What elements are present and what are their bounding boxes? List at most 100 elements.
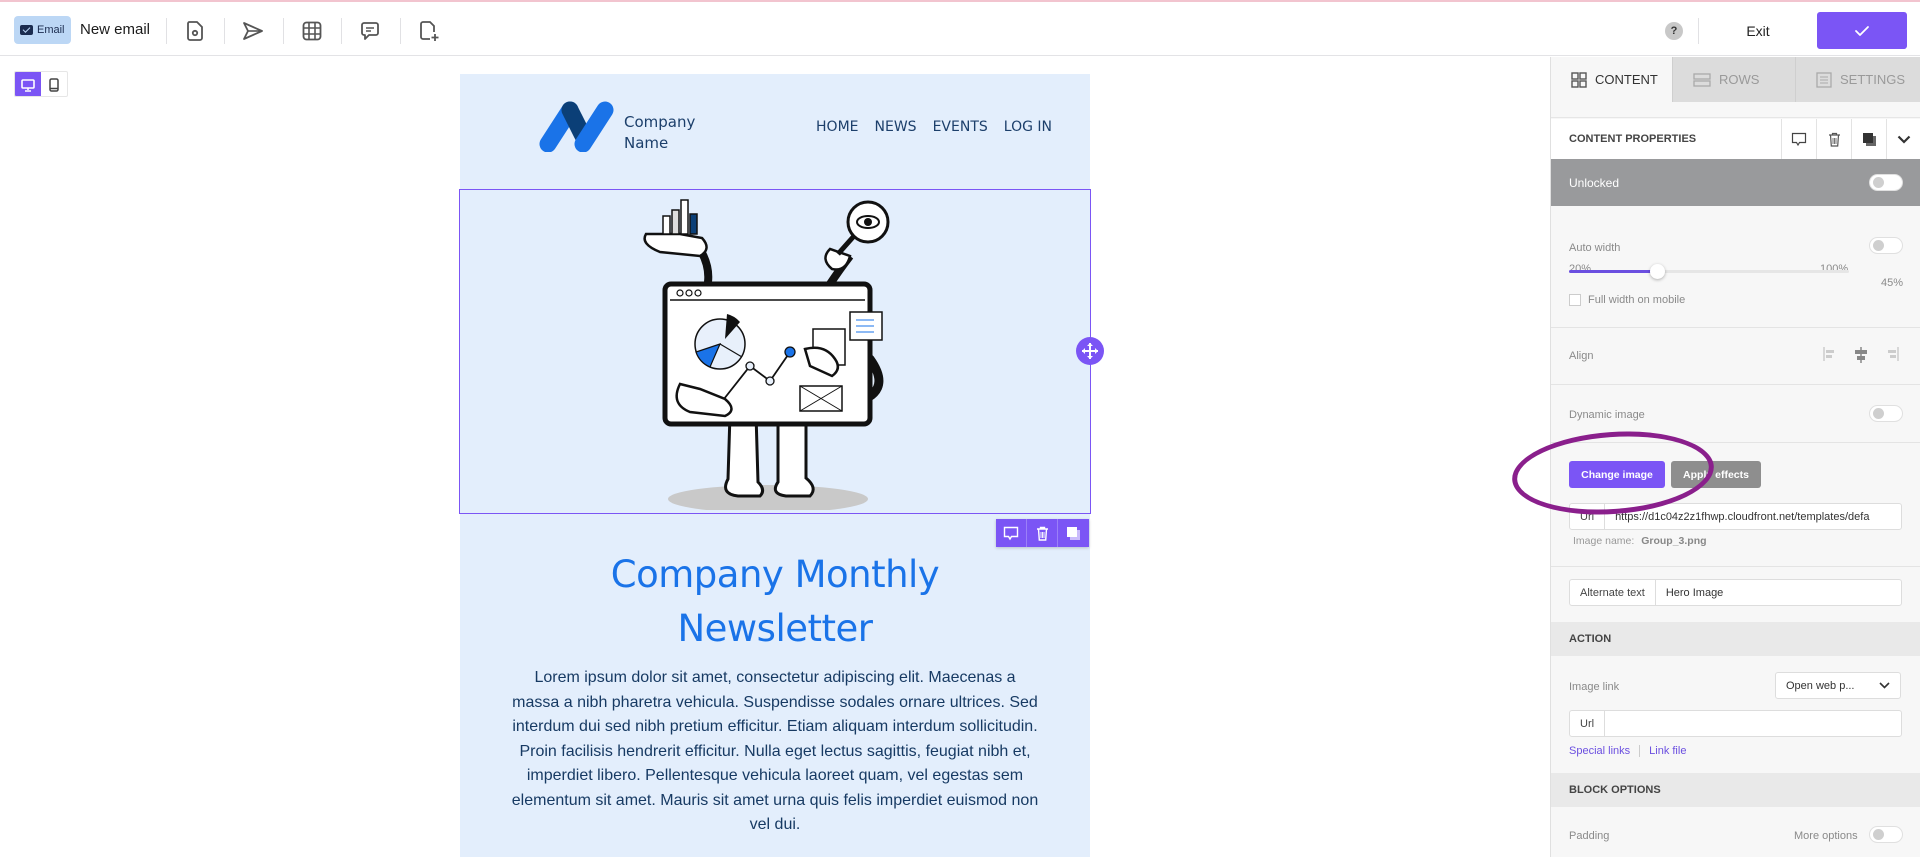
content-properties-title: CONTENT PROPERTIES (1569, 133, 1697, 145)
image-link-label: Image link (1569, 681, 1620, 693)
width-value: 45% (1881, 277, 1904, 289)
change-image-button[interactable]: Change image (1569, 461, 1665, 488)
save-button[interactable] (1817, 12, 1907, 49)
hero-illustration (643, 199, 890, 510)
toolbar-divider (283, 18, 284, 44)
align-center-button[interactable] (1853, 347, 1869, 368)
align-left-button[interactable] (1823, 347, 1837, 366)
email-nav: HOME NEWS EVENTS LOG IN (816, 119, 1052, 135)
link-url-addon: Url (1570, 711, 1606, 736)
toolbar-divider (400, 18, 401, 44)
tab-spacer (1551, 102, 1920, 118)
toolbar-divider (341, 18, 342, 44)
newsletter-body-text[interactable]: Lorem ipsum dolor sit amet, consectetur … (510, 666, 1040, 838)
envelope-icon (20, 25, 33, 35)
send-icon (243, 22, 263, 40)
company-name: Company Name (624, 113, 696, 152)
image-url-field[interactable]: Url https://d1c04z2z1fhwp.cloudfront.net… (1569, 503, 1902, 530)
align-right-button[interactable] (1885, 347, 1899, 366)
move-handle[interactable] (1076, 337, 1104, 365)
grid-button[interactable] (299, 18, 325, 44)
chevron-down-icon (1897, 135, 1911, 144)
nav-news[interactable]: NEWS (875, 119, 917, 135)
dynamic-image-section: Dynamic image (1551, 385, 1920, 443)
image-url-addon: Url (1570, 504, 1606, 529)
nav-home[interactable]: HOME (816, 119, 858, 135)
special-links-link[interactable]: Special links (1569, 745, 1630, 757)
desktop-icon (21, 78, 35, 92)
newsletter-headline[interactable]: Company Monthly Newsletter (460, 548, 1090, 656)
more-options-toggle[interactable] (1869, 826, 1903, 843)
tab-rows[interactable]: ROWS (1673, 57, 1796, 102)
document-title[interactable]: New email (80, 21, 150, 38)
full-width-mobile-label: Full width on mobile (1588, 294, 1686, 306)
exit-button[interactable]: Exit (1730, 20, 1786, 42)
duplicate-button[interactable] (1851, 119, 1886, 159)
image-link-select[interactable]: Open web p... (1775, 672, 1901, 699)
width-slider-thumb[interactable] (1649, 264, 1665, 279)
properties-panel: CONTENT ROWS SETTINGS CONTENT PROPERTIES… (1550, 57, 1920, 857)
chevron-down-icon (1879, 682, 1890, 689)
image-name-row: Image name: Group_3.png (1573, 535, 1707, 547)
mobile-icon (49, 78, 59, 92)
dynamic-image-label: Dynamic image (1569, 409, 1645, 421)
email-type-badge: Email (14, 16, 71, 44)
lock-toggle[interactable] (1869, 174, 1903, 191)
duplicate-icon (1067, 526, 1080, 540)
toolbar-divider (224, 18, 225, 44)
lock-row: Unlocked (1551, 159, 1920, 206)
toolbar-divider (1698, 18, 1699, 44)
collapse-button[interactable] (1886, 119, 1920, 159)
comment-button[interactable] (1781, 119, 1816, 159)
tab-settings[interactable]: SETTINGS (1796, 57, 1920, 102)
nav-events[interactable]: EVENTS (933, 119, 988, 135)
add-page-button[interactable] (416, 18, 442, 44)
alt-text-addon: Alternate text (1570, 580, 1656, 605)
device-preview-toggle (14, 71, 68, 97)
help-button[interactable]: ? (1665, 22, 1683, 40)
image-name: Group_3.png (1641, 535, 1707, 547)
preview-icon (187, 21, 203, 41)
grid-icon (302, 21, 322, 41)
align-label: Align (1569, 350, 1594, 362)
padding-label: Padding (1569, 830, 1610, 842)
align-right-icon (1888, 347, 1899, 361)
apply-effects-button[interactable]: Apply effects (1671, 461, 1761, 488)
comment-icon (1791, 132, 1807, 146)
full-width-mobile-checkbox[interactable] (1569, 294, 1581, 306)
full-width-mobile-option: Full width on mobile (1569, 294, 1685, 306)
dynamic-image-toggle[interactable] (1869, 405, 1903, 422)
link-file-link[interactable]: Link file (1649, 745, 1686, 757)
align-left-icon (1823, 347, 1834, 361)
align-section: Align (1551, 328, 1920, 385)
nav-login[interactable]: LOG IN (1004, 119, 1052, 135)
block-delete-button[interactable] (1027, 519, 1058, 547)
width-slider[interactable] (1569, 264, 1849, 279)
send-test-button[interactable] (240, 18, 266, 44)
preview-button[interactable] (182, 18, 208, 44)
alt-text-value[interactable]: Hero Image (1656, 587, 1901, 599)
content-properties-header: CONTENT PROPERTIES (1551, 119, 1920, 159)
width-max-label: 100% (1820, 263, 1849, 275)
alt-text-field[interactable]: Alternate text Hero Image (1569, 579, 1902, 606)
comments-button[interactable] (357, 18, 383, 44)
mobile-view-button[interactable] (41, 72, 67, 96)
move-icon (1082, 343, 1098, 359)
image-url-value[interactable]: https://d1c04z2z1fhwp.cloudfront.net/tem… (1605, 511, 1901, 523)
block-comment-button[interactable] (996, 519, 1027, 547)
comment-icon (361, 22, 379, 40)
width-min-label: 20% (1569, 263, 1592, 275)
comment-icon (1003, 526, 1019, 540)
toolbar-divider (166, 18, 167, 44)
link-options: Special links Link file (1569, 745, 1686, 757)
delete-button[interactable] (1816, 119, 1851, 159)
block-options-header: BLOCK OPTIONS (1551, 773, 1920, 807)
block-duplicate-button[interactable] (1058, 519, 1089, 547)
auto-width-label: Auto width (1569, 242, 1621, 254)
tab-content[interactable]: CONTENT (1551, 57, 1673, 102)
hero-image-block[interactable] (459, 189, 1091, 514)
auto-width-toggle[interactable] (1869, 237, 1903, 254)
desktop-view-button[interactable] (15, 72, 41, 96)
trash-icon (1036, 526, 1048, 541)
link-url-field[interactable]: Url (1569, 710, 1902, 737)
